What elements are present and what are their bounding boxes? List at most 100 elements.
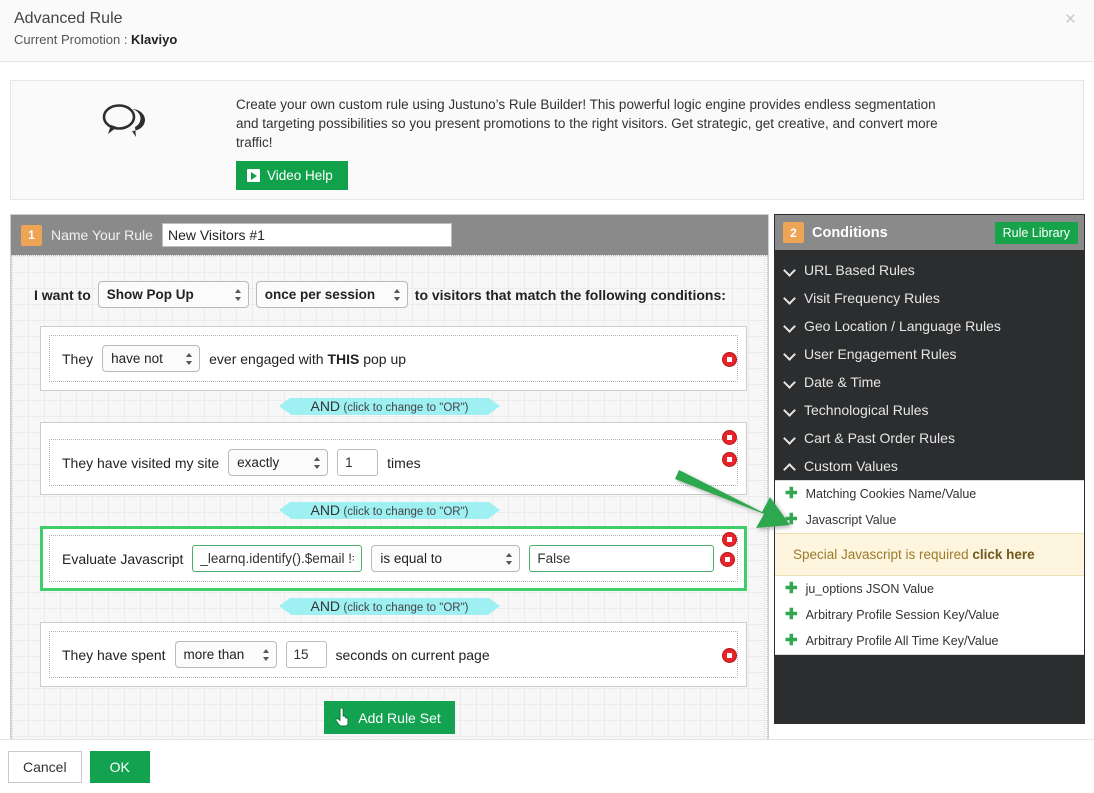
custom-value-javascript-value[interactable]: ✚ Javascript Value bbox=[775, 507, 1084, 533]
modal-header: Advanced Rule Current Promotion : Klaviy… bbox=[0, 0, 1094, 62]
conditions-group-visit-frequency-rules[interactable]: Visit Frequency Rules bbox=[775, 284, 1084, 312]
conditions-group-label: Custom Values bbox=[804, 458, 898, 474]
step-2-badge: 2 bbox=[783, 222, 804, 243]
name-your-rule-bar: 1 Name Your Rule bbox=[11, 215, 768, 255]
custom-value-arbitrary-profile-all-time[interactable]: ✚ Arbitrary Profile All Time Key/Value bbox=[775, 628, 1084, 654]
javascript-expression-input[interactable] bbox=[192, 545, 362, 572]
visit-count-suffix: times bbox=[387, 455, 420, 471]
plus-icon: ✚ bbox=[785, 488, 798, 500]
notice-text: Special Javascript is required bbox=[793, 547, 972, 562]
conditions-group-cart-past-order-rules[interactable]: Cart & Past Order Rules bbox=[775, 424, 1084, 452]
conditions-group-label: Cart & Past Order Rules bbox=[804, 430, 955, 446]
visit-count-input[interactable] bbox=[337, 449, 378, 476]
rule-block-visit-count: They have visited my site exactly times bbox=[40, 422, 747, 495]
add-rule-set-label: Add Rule Set bbox=[358, 710, 441, 726]
hand-pointer-icon bbox=[334, 708, 352, 727]
speech-bubbles-icon bbox=[11, 93, 236, 137]
and-connector-1[interactable]: AND (click to change to "OR") bbox=[22, 398, 757, 415]
delete-rule-icon[interactable] bbox=[722, 352, 737, 367]
rule-block-engagement: They have not ever engaged with THIS pop… bbox=[40, 326, 747, 391]
and-label: AND bbox=[310, 502, 340, 518]
conditions-panel: 2 Conditions Rule Library URL Based Rule… bbox=[774, 214, 1085, 724]
conditions-group-date-and-time[interactable]: Date & Time bbox=[775, 368, 1084, 396]
and-label: AND bbox=[310, 398, 340, 414]
chevron-down-icon bbox=[785, 405, 796, 416]
conditions-group-label: Visit Frequency Rules bbox=[804, 290, 940, 306]
intro-suffix: to visitors that match the following con… bbox=[415, 287, 726, 303]
visit-count-operator-select[interactable]: exactly bbox=[228, 449, 328, 476]
chevron-up-icon bbox=[785, 461, 796, 472]
conditions-group-user-engagement-rules[interactable]: User Engagement Rules bbox=[775, 340, 1084, 368]
javascript-operator-select[interactable]: is equal to bbox=[371, 545, 520, 572]
chevron-down-icon bbox=[785, 377, 796, 388]
info-banner: Create your own custom rule using Justun… bbox=[10, 80, 1084, 200]
rules-canvas: I want to Show Pop Up once per session t… bbox=[11, 255, 768, 757]
conditions-title: Conditions bbox=[812, 225, 987, 241]
intro-prefix: I want to bbox=[34, 287, 91, 303]
page-title: Advanced Rule bbox=[14, 9, 1094, 29]
conditions-group-label: Technological Rules bbox=[804, 402, 929, 418]
close-icon[interactable]: × bbox=[1065, 10, 1076, 29]
chevron-down-icon bbox=[785, 349, 796, 360]
rule-library-button[interactable]: Rule Library bbox=[995, 222, 1078, 244]
current-promotion-name: Klaviyo bbox=[131, 32, 177, 47]
chevron-down-icon bbox=[785, 293, 796, 304]
action-select[interactable]: Show Pop Up bbox=[98, 281, 249, 308]
table-row: They have not ever engaged with THIS pop… bbox=[49, 335, 738, 382]
rule-builder: 1 Name Your Rule I want to Show Pop Up o… bbox=[10, 214, 1084, 724]
add-rule-set-button[interactable]: Add Rule Set bbox=[324, 701, 455, 734]
and-connector-3[interactable]: AND (click to change to "OR") bbox=[22, 598, 757, 615]
intro-row: I want to Show Pop Up once per session t… bbox=[22, 272, 757, 326]
chevron-down-icon bbox=[785, 265, 796, 276]
delete-rule-set-icon[interactable] bbox=[722, 430, 737, 445]
video-help-button[interactable]: Video Help bbox=[236, 161, 348, 190]
delete-rule-icon[interactable] bbox=[722, 452, 737, 467]
plus-icon: ✚ bbox=[785, 583, 798, 595]
frequency-select[interactable]: once per session bbox=[256, 281, 408, 308]
and-hint: (click to change to "OR") bbox=[343, 602, 468, 614]
custom-value-arbitrary-profile-session[interactable]: ✚ Arbitrary Profile Session Key/Value bbox=[775, 602, 1084, 628]
and-connector-2[interactable]: AND (click to change to "OR") bbox=[22, 502, 757, 519]
plus-icon: ✚ bbox=[785, 609, 798, 621]
javascript-compare-value-input[interactable] bbox=[529, 545, 714, 572]
cancel-button[interactable]: Cancel bbox=[8, 751, 82, 783]
plus-icon: ✚ bbox=[785, 514, 798, 526]
time-on-page-operator-select[interactable]: more than bbox=[175, 641, 277, 668]
list-item-label: Javascript Value bbox=[806, 513, 897, 527]
custom-value-matching-cookies[interactable]: ✚ Matching Cookies Name/Value bbox=[775, 481, 1084, 507]
and-hint: (click to change to "OR") bbox=[343, 506, 468, 518]
evaluate-javascript-label: Evaluate Javascript bbox=[62, 551, 183, 567]
and-hint: (click to change to "OR") bbox=[343, 402, 468, 414]
conditions-group-label: User Engagement Rules bbox=[804, 346, 957, 362]
table-row: They have spent more than seconds on cur… bbox=[49, 631, 738, 678]
delete-rule-icon[interactable] bbox=[722, 648, 737, 663]
conditions-group-list: URL Based Rules Visit Frequency Rules Ge… bbox=[775, 250, 1084, 480]
ok-button[interactable]: OK bbox=[90, 751, 150, 783]
custom-value-ju-options-json[interactable]: ✚ ju_options JSON Value bbox=[775, 576, 1084, 602]
conditions-group-geo-location-language-rules[interactable]: Geo Location / Language Rules bbox=[775, 312, 1084, 340]
engagement-have-select[interactable]: have not bbox=[102, 345, 200, 372]
engagement-rule-suffix: ever engaged with THIS pop up bbox=[209, 351, 406, 367]
notice-link[interactable]: click here bbox=[972, 547, 1034, 562]
conditions-group-url-based-rules[interactable]: URL Based Rules bbox=[775, 256, 1084, 284]
modal-footer: Cancel OK bbox=[0, 739, 1094, 793]
info-banner-text: Create your own custom rule using Justun… bbox=[236, 95, 961, 152]
table-row: Evaluate Javascript is equal to bbox=[49, 535, 738, 582]
video-help-label: Video Help bbox=[267, 168, 333, 183]
conditions-group-custom-values[interactable]: Custom Values bbox=[775, 452, 1084, 480]
list-item-label: Arbitrary Profile Session Key/Value bbox=[806, 608, 1000, 622]
rule-name-input[interactable] bbox=[162, 223, 452, 247]
current-promotion-label: Current Promotion : bbox=[14, 32, 131, 47]
custom-values-list: ✚ Matching Cookies Name/Value ✚ Javascri… bbox=[775, 480, 1084, 655]
and-label: AND bbox=[310, 598, 340, 614]
name-your-rule-label: Name Your Rule bbox=[51, 227, 153, 243]
conditions-group-technological-rules[interactable]: Technological Rules bbox=[775, 396, 1084, 424]
list-item-label: Arbitrary Profile All Time Key/Value bbox=[806, 634, 999, 648]
list-item-label: ju_options JSON Value bbox=[806, 582, 934, 596]
delete-rule-set-icon[interactable] bbox=[722, 532, 737, 547]
time-on-page-input[interactable] bbox=[286, 641, 327, 668]
delete-rule-icon[interactable] bbox=[720, 552, 735, 567]
current-promotion: Current Promotion : Klaviyo bbox=[14, 30, 1094, 49]
rule-block-time-on-page: They have spent more than seconds on cur… bbox=[40, 622, 747, 687]
chevron-down-icon bbox=[785, 433, 796, 444]
